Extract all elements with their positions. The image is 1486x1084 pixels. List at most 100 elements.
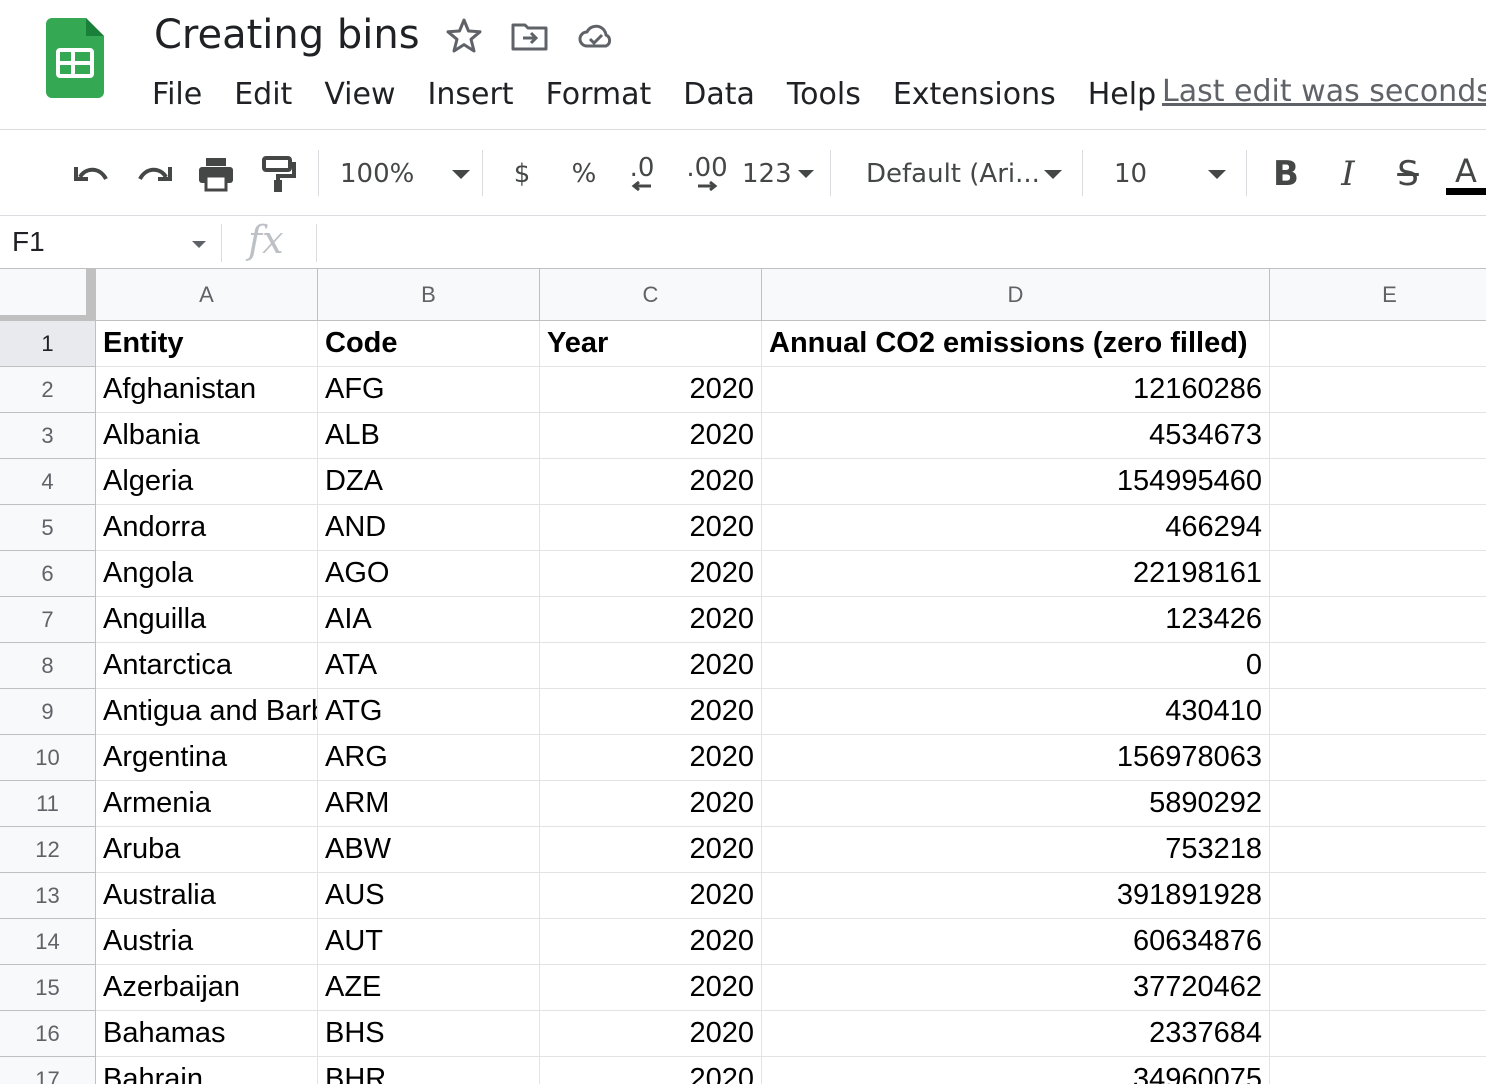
row-header[interactable]: 17 — [0, 1057, 96, 1084]
row-header[interactable]: 3 — [0, 413, 96, 459]
grid-cell[interactable]: Afghanistan — [96, 367, 318, 413]
grid-cell[interactable]: Andorra — [96, 505, 318, 551]
grid-cell[interactable]: 4534673 — [762, 413, 1270, 459]
header-cell[interactable]: Year — [540, 321, 762, 367]
font-family-select[interactable]: Default (Ari... — [866, 152, 1062, 196]
grid-cell[interactable]: 34960075 — [762, 1057, 1270, 1084]
row-header[interactable]: 7 — [0, 597, 96, 643]
grid-cell[interactable]: 391891928 — [762, 873, 1270, 919]
grid-cell[interactable]: ARG — [318, 735, 540, 781]
grid-cell[interactable]: 2020 — [540, 781, 762, 827]
column-header-d[interactable]: D — [762, 269, 1270, 321]
grid-cell[interactable]: 2337684 — [762, 1011, 1270, 1057]
grid-cell[interactable]: Azerbaijan — [96, 965, 318, 1011]
row-header[interactable]: 6 — [0, 551, 96, 597]
menu-view[interactable]: View — [308, 77, 411, 112]
italic-button[interactable]: I — [1326, 152, 1370, 196]
menu-data[interactable]: Data — [667, 77, 771, 112]
row-header[interactable]: 13 — [0, 873, 96, 919]
grid-cell[interactable]: Bahrain — [96, 1057, 318, 1084]
decrease-decimal-button[interactable]: .0 — [620, 152, 664, 196]
freeze-column-handle[interactable] — [86, 269, 96, 321]
row-header[interactable]: 5 — [0, 505, 96, 551]
row-header[interactable]: 11 — [0, 781, 96, 827]
grid-cell[interactable]: AUT — [318, 919, 540, 965]
grid-cell[interactable]: ATA — [318, 643, 540, 689]
row-header[interactable]: 12 — [0, 827, 96, 873]
grid-cell[interactable]: ATG — [318, 689, 540, 735]
cloud-saved-icon[interactable] — [576, 16, 616, 56]
grid-cell[interactable] — [1270, 413, 1486, 459]
grid-cell[interactable]: Angola — [96, 551, 318, 597]
header-cell[interactable]: Entity — [96, 321, 318, 367]
print-icon[interactable] — [194, 152, 238, 196]
grid-cell[interactable]: 2020 — [540, 459, 762, 505]
grid-cell[interactable]: 2020 — [540, 413, 762, 459]
font-size-select[interactable]: 10 — [1114, 152, 1226, 196]
menu-tools[interactable]: Tools — [771, 77, 877, 112]
name-box-dropdown-icon[interactable] — [192, 240, 206, 249]
grid-cell[interactable]: Aruba — [96, 827, 318, 873]
grid-cell[interactable]: AND — [318, 505, 540, 551]
grid-cell[interactable]: 2020 — [540, 1057, 762, 1084]
grid-cell[interactable]: 123426 — [762, 597, 1270, 643]
grid-cell[interactable]: AZE — [318, 965, 540, 1011]
grid-cell[interactable]: AIA — [318, 597, 540, 643]
grid-cell[interactable]: 2020 — [540, 873, 762, 919]
grid-cell[interactable]: AGO — [318, 551, 540, 597]
grid-cell[interactable]: 2020 — [540, 919, 762, 965]
grid-cell[interactable]: 37720462 — [762, 965, 1270, 1011]
grid-cell[interactable] — [1270, 643, 1486, 689]
select-all-corner[interactable] — [0, 269, 96, 321]
grid-cell[interactable] — [1270, 597, 1486, 643]
grid-cell[interactable]: 60634876 — [762, 919, 1270, 965]
row-header[interactable]: 8 — [0, 643, 96, 689]
row-header[interactable]: 16 — [0, 1011, 96, 1057]
bold-button[interactable]: B — [1264, 152, 1308, 196]
grid-cell[interactable]: AFG — [318, 367, 540, 413]
header-cell[interactable]: Annual CO2 emissions (zero filled) — [762, 321, 1270, 367]
column-header-a[interactable]: A — [96, 269, 318, 321]
document-title[interactable]: Creating bins — [154, 12, 420, 58]
grid-cell[interactable]: 466294 — [762, 505, 1270, 551]
grid-cell[interactable] — [1270, 919, 1486, 965]
grid-cell[interactable]: 2020 — [540, 505, 762, 551]
grid-cell[interactable]: 2020 — [540, 551, 762, 597]
name-box[interactable]: F1 — [12, 226, 45, 258]
grid-cell[interactable]: 154995460 — [762, 459, 1270, 505]
header-cell[interactable]: Code — [318, 321, 540, 367]
grid-cell[interactable] — [1270, 1057, 1486, 1084]
grid-cell[interactable]: 156978063 — [762, 735, 1270, 781]
grid-cell[interactable]: Argentina — [96, 735, 318, 781]
grid-cell[interactable] — [1270, 827, 1486, 873]
grid-cell[interactable] — [1270, 873, 1486, 919]
grid-cell[interactable]: 2020 — [540, 1011, 762, 1057]
more-formats-select[interactable]: 123 — [742, 152, 814, 196]
menu-file[interactable]: File — [136, 77, 218, 112]
currency-format-button[interactable]: $ — [500, 152, 544, 196]
grid-cell[interactable]: 753218 — [762, 827, 1270, 873]
row-header[interactable]: 2 — [0, 367, 96, 413]
menu-extensions[interactable]: Extensions — [877, 77, 1072, 112]
sheets-logo-icon[interactable] — [46, 18, 104, 98]
undo-icon[interactable] — [70, 152, 114, 196]
grid-cell[interactable]: ARM — [318, 781, 540, 827]
menu-format[interactable]: Format — [530, 77, 668, 112]
grid-cell[interactable]: BHR — [318, 1057, 540, 1084]
grid-cell[interactable]: Algeria — [96, 459, 318, 505]
header-cell[interactable] — [1270, 321, 1486, 367]
grid-cell[interactable]: 2020 — [540, 965, 762, 1011]
redo-icon[interactable] — [132, 152, 176, 196]
star-icon[interactable] — [444, 16, 484, 56]
grid-cell[interactable] — [1270, 459, 1486, 505]
grid-cell[interactable]: 2020 — [540, 827, 762, 873]
paint-format-icon[interactable] — [256, 152, 300, 196]
grid-cell[interactable]: Antigua and Barbuda — [96, 689, 318, 735]
grid-cell[interactable]: ALB — [318, 413, 540, 459]
grid-cell[interactable] — [1270, 735, 1486, 781]
grid-cell[interactable] — [1270, 965, 1486, 1011]
menu-edit[interactable]: Edit — [218, 77, 308, 112]
column-header-b[interactable]: B — [318, 269, 540, 321]
grid-cell[interactable]: 22198161 — [762, 551, 1270, 597]
grid-cell[interactable]: Australia — [96, 873, 318, 919]
